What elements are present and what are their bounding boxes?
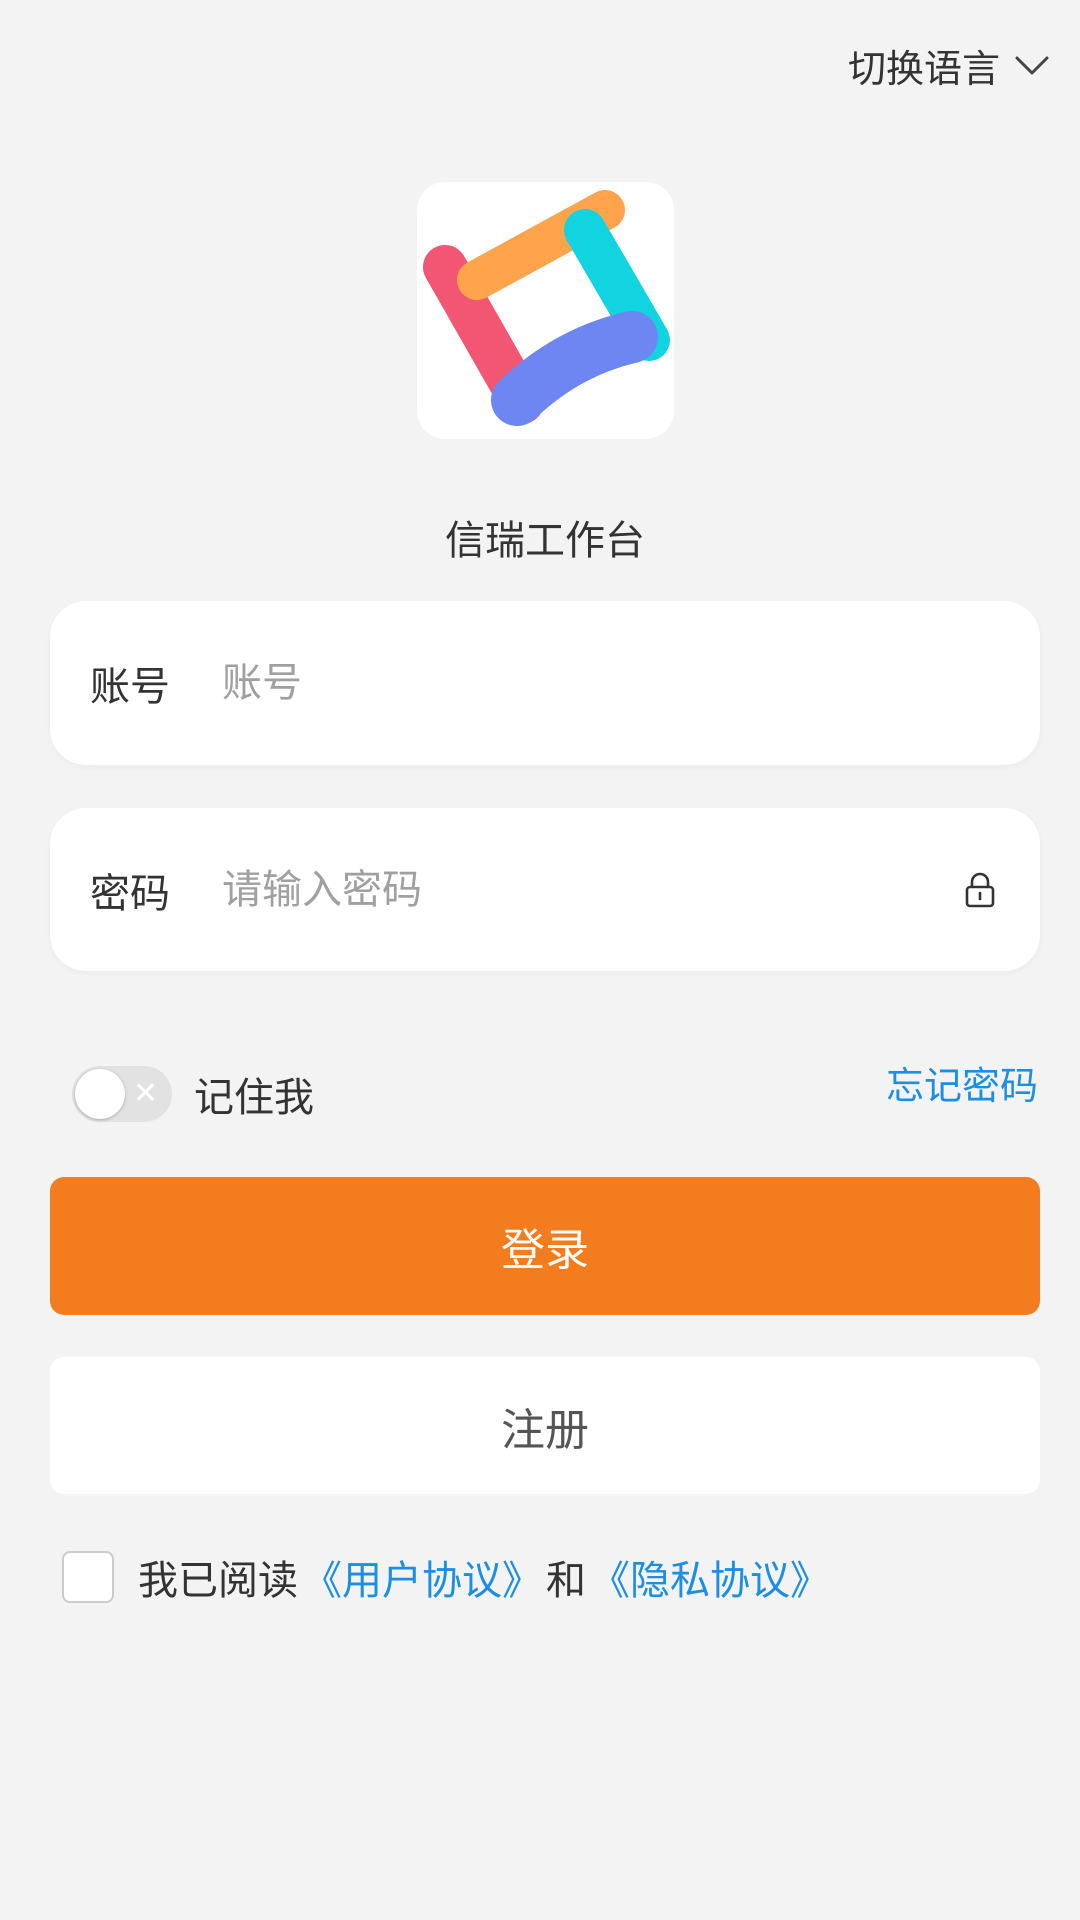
password-label: 密码 [90,870,170,917]
account-field: 账号 [50,601,1040,765]
chevron-down-icon [1015,56,1049,74]
toggle-knob [75,1069,125,1119]
account-label: 账号 [90,664,170,710]
app-name: 信瑞工作台 [445,518,645,564]
privacy-agreement-link[interactable]: 《隐私协议》 [590,1548,830,1606]
agreement-row: 我已阅读 《用户协议》 和 《隐私协议》 [62,1548,834,1606]
remember-me-label: 记住我 [194,1075,314,1121]
password-input[interactable] [220,865,960,914]
close-icon: ✕ [132,1076,158,1111]
agreement-conjunction: 和 [546,1558,586,1604]
app-logo [417,182,674,439]
remember-me-toggle[interactable]: ✕ [72,1066,172,1122]
user-agreement-link[interactable]: 《用户协议》 [302,1548,542,1606]
agreement-checkbox[interactable] [62,1551,114,1603]
lock-icon[interactable] [960,870,1000,910]
account-input[interactable] [220,659,1000,707]
forgot-password-link[interactable]: 忘记密码 [886,1055,1038,1110]
app-logo-icon [423,190,670,426]
agreement-prefix: 我已阅读 [138,1558,298,1604]
register-button[interactable]: 注册 [50,1357,1040,1494]
password-field: 密码 [50,808,1040,971]
login-button[interactable]: 登录 [50,1177,1040,1315]
language-switch[interactable]: 切换语言 [848,38,1050,93]
remember-me-row: ✕ 记住我 [72,1065,314,1123]
language-switch-label: 切换语言 [847,47,1000,91]
